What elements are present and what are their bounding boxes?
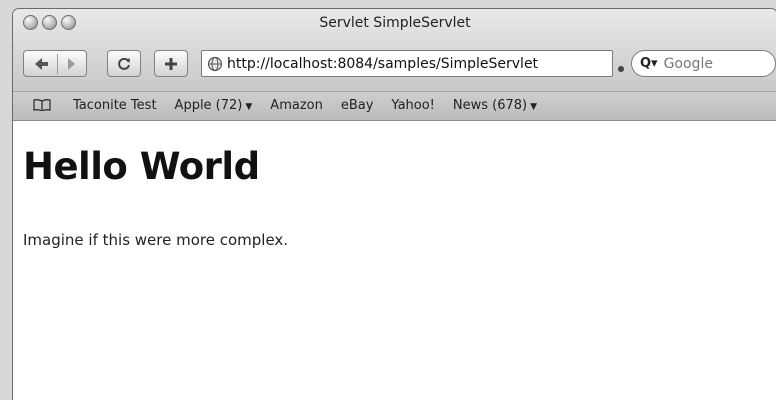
reload-icon [117,57,131,71]
bookmark-apple[interactable]: Apple (72) ▼ [175,98,253,113]
bookmark-amazon[interactable]: Amazon [270,98,323,113]
reload-button[interactable] [107,50,141,77]
bookmark-taconite-test[interactable]: Taconite Test [73,98,157,113]
search-placeholder: Google [663,55,713,72]
bookmark-news[interactable]: News (678) ▼ [453,98,537,113]
bookmark-apple-label: Apple (72) [174,98,243,113]
book-icon[interactable] [33,96,51,115]
page-body-text: Imagine if this were more complex. [23,231,289,249]
page-heading: Hello World [23,145,260,188]
back-forward-buttons [23,50,87,77]
browser-window: Servlet SimpleServlet http://localhost:8… [12,8,776,400]
page-content: Hello World Imagine if this were more co… [13,121,776,400]
browser-chrome: Servlet SimpleServlet http://localhost:8… [13,9,776,121]
add-bookmark-button[interactable] [154,50,188,77]
back-arrow-icon[interactable] [34,57,49,70]
window-title: Servlet SimpleServlet [319,15,471,31]
bookmark-news-label: News (678) [452,98,528,113]
search-field[interactable]: Q▾ Google [631,50,776,77]
address-bar[interactable]: http://localhost:8084/samples/SimpleServ… [201,50,613,77]
url-text: http://localhost:8084/samples/SimpleServ… [227,55,539,72]
navigation-toolbar: http://localhost:8084/samples/SimpleServ… [19,47,776,79]
button-divider [56,53,58,74]
bookmarks-bar: Taconite Test Apple (72) ▼ Amazon eBay Ya… [13,91,776,119]
add-bookmark-icon [164,57,178,71]
globe-icon [207,56,223,72]
search-icon[interactable]: Q▾ [640,56,658,71]
forward-arrow-icon[interactable] [66,57,76,70]
rss-indicator-icon [617,58,625,72]
chevron-down-icon: ▼ [530,102,538,112]
chevron-down-icon: ▼ [245,102,253,112]
bookmark-yahoo[interactable]: Yahoo! [391,98,434,113]
title-bar: Servlet SimpleServlet [13,9,776,37]
bookmark-ebay[interactable]: eBay [341,98,374,113]
